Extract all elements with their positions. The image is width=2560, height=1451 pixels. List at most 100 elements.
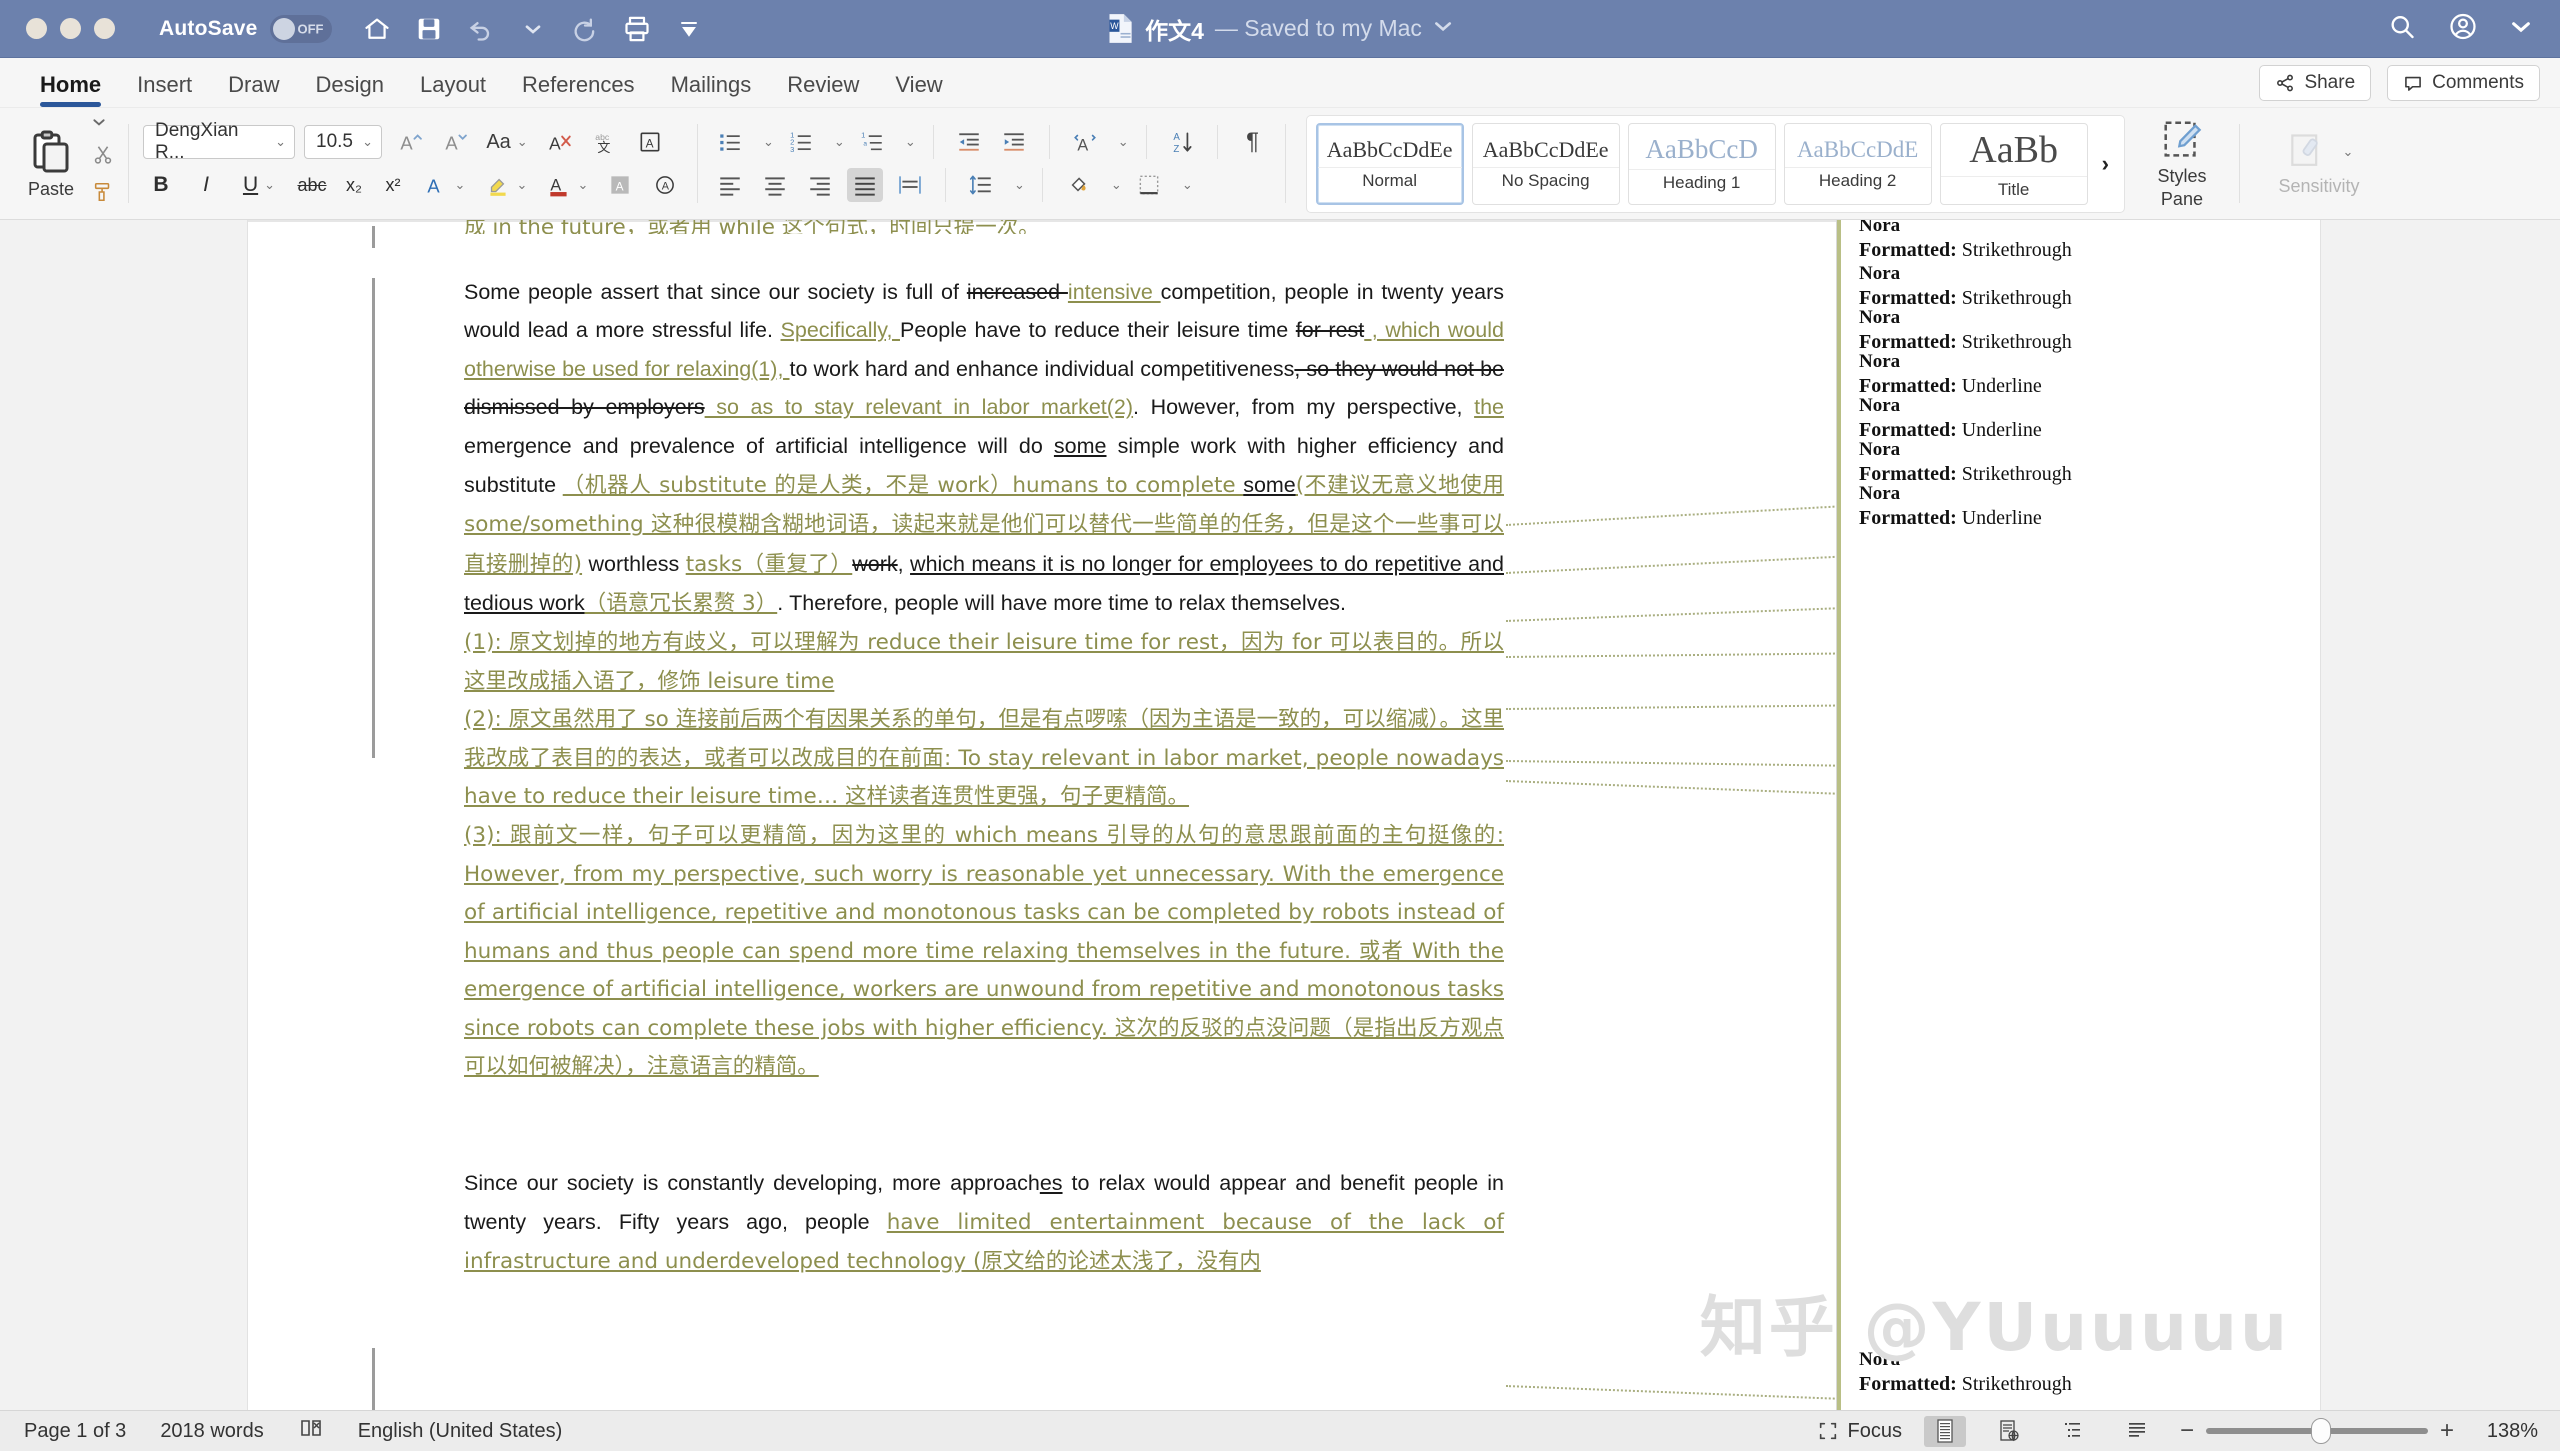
document-title[interactable]: W 作文4 — Saved to my Mac [1107, 12, 1453, 46]
document-text-column[interactable]: 成 in the future，或者用 while 这个句式，时间只提一次。 S… [464, 220, 1504, 1282]
sort-button[interactable]: AZ [1164, 125, 1200, 159]
status-bar-left[interactable]: Page 1 of 3 2018 words English (United S… [24, 1416, 562, 1446]
tab-home[interactable]: Home [22, 72, 119, 107]
tab-layout[interactable]: Layout [402, 72, 504, 107]
account-icon[interactable] [2448, 11, 2478, 46]
status-bar-right[interactable]: Focus − + 138% [1817, 1411, 2538, 1451]
clipboard-mini-buttons[interactable] [92, 115, 114, 212]
grow-font-button[interactable]: A [391, 125, 427, 159]
chevron-down-icon[interactable]: ⌄ [834, 134, 845, 150]
chevron-down-icon[interactable]: ⌄ [1111, 177, 1122, 193]
titlebar-right-actions[interactable] [2388, 11, 2532, 46]
bullet-list-button[interactable] [712, 125, 748, 159]
chevron-down-icon[interactable]: ⌄ [905, 134, 916, 150]
undo-dropdown-icon[interactable] [518, 14, 548, 44]
text-highlight-button[interactable]: ⌄ [480, 168, 532, 202]
font-name-combobox[interactable]: DengXian R... ⌄ [143, 120, 295, 163]
window-controls[interactable] [26, 18, 115, 39]
home-icon[interactable] [362, 14, 392, 44]
shrink-font-button[interactable]: A [436, 125, 472, 159]
title-dropdown-icon[interactable] [1433, 16, 1453, 41]
decrease-indent-button[interactable] [951, 125, 987, 159]
align-right-button[interactable] [802, 168, 838, 202]
justify-button[interactable] [847, 168, 883, 202]
phonetic-guide-button[interactable]: abc 文 [587, 125, 623, 159]
outline-view-button[interactable] [2052, 1416, 2094, 1447]
comments-button[interactable]: Comments [2387, 65, 2540, 101]
document-page[interactable]: 成 in the future，或者用 while 这个句式，时间只提一次。 S… [248, 220, 2320, 1410]
ribbon-options-icon[interactable] [2510, 15, 2532, 42]
markup-balloon[interactable]: Nora Formatted: Strikethrough [1859, 220, 2289, 262]
zoom-in-button[interactable]: + [2440, 1417, 2454, 1445]
chevron-down-icon[interactable]: ⌄ [2343, 144, 2354, 160]
zoom-out-button[interactable]: − [2180, 1417, 2194, 1445]
styles-more-button[interactable]: › [2096, 151, 2115, 177]
web-layout-view-button[interactable] [1988, 1416, 2030, 1447]
styles-pane-button[interactable]: Styles Pane [2139, 118, 2225, 209]
ribbon-tab-strip[interactable]: Home Insert Draw Design Layout Reference… [0, 58, 2560, 108]
page-indicator[interactable]: Page 1 of 3 [24, 1420, 126, 1443]
sensitivity-button[interactable]: ⌄ Sensitivity [2254, 130, 2384, 197]
format-painter-icon[interactable] [92, 181, 114, 208]
italic-button[interactable]: I [188, 168, 224, 202]
style-card-no-spacing[interactable]: AaBbCcDdEe No Spacing [1471, 122, 1620, 205]
share-button[interactable]: Share [2259, 65, 2372, 101]
font-row-2[interactable]: B I U ⌄ abc x₂ x² A ⌄ ⌄ A ⌄ A A [143, 168, 683, 202]
underline-button[interactable]: U ⌄ [233, 168, 285, 202]
subscript-button[interactable]: x₂ [339, 168, 369, 202]
text-effects-button[interactable]: A ⌄ [417, 168, 471, 202]
chevron-down-icon[interactable]: ⌄ [763, 134, 774, 150]
markup-balloon[interactable]: Nora Formatted: Underline [1859, 482, 2289, 530]
line-spacing-button[interactable] [963, 168, 999, 202]
zoom-track[interactable] [2205, 1418, 2428, 1444]
paste-dropdown-icon[interactable] [92, 115, 114, 134]
markup-balloon[interactable]: Nora Formatted: Underline [1859, 350, 2289, 398]
style-card-title[interactable]: AaBb Title [1939, 122, 2088, 205]
focus-mode-button[interactable]: Focus [1817, 1420, 1902, 1443]
markup-balloon[interactable]: Nora Formatted: Strikethrough [1859, 438, 2289, 486]
cut-top-line[interactable]: 成 in the future，或者用 while 这个句式，时间只提一次。 [464, 220, 1504, 234]
word-count[interactable]: 2018 words [160, 1420, 263, 1443]
chevron-down-icon[interactable]: ⌄ [1118, 134, 1129, 150]
proofing-errors-icon[interactable] [298, 1416, 324, 1446]
chevron-down-icon[interactable]: ⌄ [1182, 177, 1193, 193]
style-card-heading-1[interactable]: AaBbCcD Heading 1 [1627, 122, 1776, 205]
borders-button[interactable] [1131, 168, 1167, 202]
asian-layout-button[interactable]: A [1067, 125, 1103, 159]
cut-icon[interactable] [92, 144, 114, 171]
clear-formatting-button[interactable]: A [542, 125, 578, 159]
strikethrough-button[interactable]: abc [294, 168, 330, 202]
tab-draw[interactable]: Draw [210, 72, 297, 107]
paragraph-group[interactable]: ⌄ 123 ⌄ 1a ⌄ A ⌄ A Z ¶ ⌄ ⌄ ⌄ [698, 108, 1285, 219]
save-icon[interactable] [414, 14, 444, 44]
document-area[interactable]: 成 in the future，或者用 while 这个句式，时间只提一次。 S… [0, 220, 2560, 1410]
paragraph-revised-body[interactable]: Some people assert that since our societ… [464, 273, 1504, 624]
zoom-level[interactable]: 138% [2476, 1420, 2538, 1443]
markup-balloon[interactable]: Nora Formatted: Underline [1859, 394, 2289, 442]
markup-balloon-pane[interactable]: Nora Formatted: Strikethrough Nora Forma… [1836, 220, 2320, 1410]
superscript-button[interactable]: x² [378, 168, 408, 202]
ribbon[interactable]: Paste DengXian R... ⌄ 10.5 ⌄ A A Aa ⌄ A … [0, 108, 2560, 220]
chevron-down-icon[interactable]: ⌄ [1014, 177, 1025, 193]
character-shading-button[interactable]: A [602, 168, 638, 202]
print-icon[interactable] [622, 14, 652, 44]
autosave-control[interactable]: AutoSave OFF [159, 14, 333, 43]
tab-insert[interactable]: Insert [119, 72, 210, 107]
font-row-1[interactable]: DengXian R... ⌄ 10.5 ⌄ A A Aa ⌄ A abc 文 … [143, 120, 683, 163]
redo-icon[interactable] [570, 14, 600, 44]
maximize-window-button[interactable] [94, 18, 115, 39]
font-size-combobox[interactable]: 10.5 ⌄ [304, 125, 382, 159]
bold-button[interactable]: B [143, 168, 179, 202]
increase-indent-button[interactable] [996, 125, 1032, 159]
style-card-normal[interactable]: AaBbCcDdEe Normal [1315, 122, 1464, 205]
search-icon[interactable] [2388, 12, 2416, 45]
align-center-button[interactable] [757, 168, 793, 202]
character-border-button[interactable]: A [632, 125, 668, 159]
shading-button[interactable] [1060, 168, 1096, 202]
autosave-toggle[interactable]: OFF [270, 14, 333, 43]
change-case-button[interactable]: Aa ⌄ [481, 125, 533, 159]
tab-review[interactable]: Review [769, 72, 877, 107]
tabstrip-actions[interactable]: Share Comments [2259, 65, 2540, 101]
enclose-character-button[interactable]: A [647, 168, 683, 202]
markup-balloon[interactable]: Nora Formatted: Strikethrough [1859, 306, 2289, 354]
